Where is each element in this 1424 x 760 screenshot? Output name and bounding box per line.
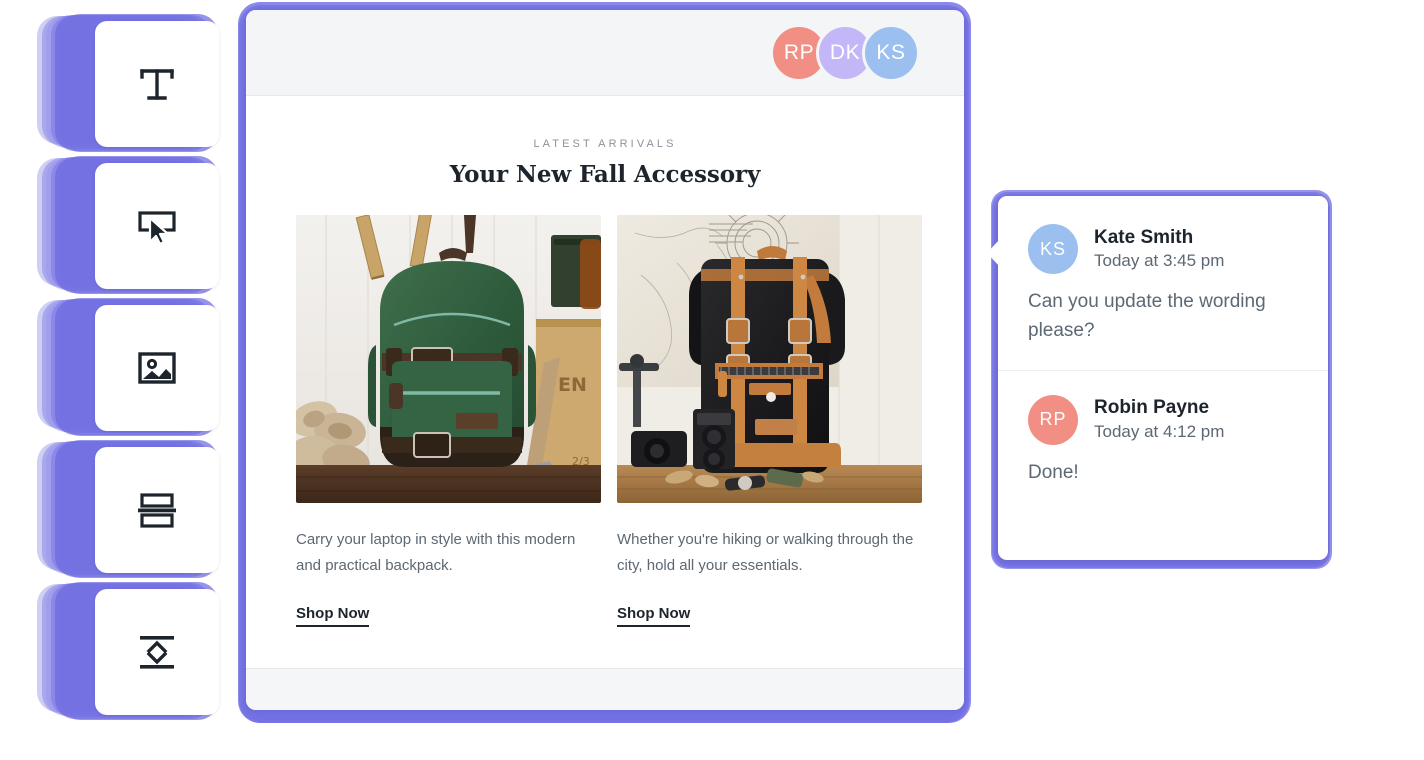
block-toolbar [37,14,250,730]
comment-avatar: KS [1028,224,1078,274]
divider-block-button[interactable] [95,447,219,573]
email-eyebrow: LATEST ARRIVALS [533,138,677,150]
toolbar-item-button[interactable] [37,156,250,298]
shop-now-link[interactable]: Shop Now [296,605,370,628]
email-product-cards: EN 2/3 Carry your laptop in style with t… [296,215,922,628]
product-description: Carry your laptop in style with this mod… [296,531,576,575]
collaborator-avatar[interactable]: KS [862,23,920,82]
comment-author: Kate Smith [1094,226,1194,248]
collaborator-avatar-stack[interactable]: RP DK KS [770,23,920,82]
shop-now-link[interactable]: Shop Now [617,605,691,628]
image-block-button[interactable] [95,305,219,431]
editor-footer-bar [246,668,964,710]
comment-body: Done! [1028,461,1079,483]
text-block-icon [134,61,180,107]
comment-pointer-tail [987,240,999,266]
toolbar-item-text[interactable] [37,14,250,156]
product-card[interactable]: EN 2/3 Carry your laptop in style with t… [296,215,601,628]
comment-timestamp: Today at 4:12 pm [1094,422,1225,442]
image-block-icon [134,345,180,391]
product-description: Whether you're hiking or walking through… [617,531,914,575]
comment-header: KS Kate Smith Today at 3:45 pm [1028,224,1298,274]
toolbar-item-spacer[interactable] [37,582,250,724]
toolbar-item-image[interactable] [37,298,250,440]
screenshot-stage: RP DK KS LATEST ARRIVALS Your New Fall Acc… [0,0,1424,760]
comment-panel-window: KS Kate Smith Today at 3:45 pm Can you upda… [987,188,1338,588]
email-canvas[interactable]: LATEST ARRIVALS Your New Fall Accessory [246,96,964,668]
comment-panel: KS Kate Smith Today at 3:45 pm Can you upda… [987,196,1328,560]
comment-avatar: RP [1028,394,1078,445]
editor-header-bar: RP DK KS [246,10,964,96]
product-card[interactable]: Whether you're hiking or walking through… [617,215,922,628]
comment-body: Can you update the wording please? [1028,291,1266,341]
comment-header: RP Robin Payne Today at 4:12 pm [1028,394,1298,445]
toolbar-item-divider[interactable] [37,440,250,582]
spacer-block-button[interactable] [95,589,219,715]
svg-text:EN: EN [558,374,587,396]
comment-meta: Robin Payne Today at 4:12 pm [1094,396,1224,443]
black-backpack-image[interactable] [617,215,922,503]
comment-item[interactable]: KS Kate Smith Today at 3:45 pm Can you upda… [998,196,1328,346]
email-editor-window: RP DK KS LATEST ARRIVALS Your New Fall Acc… [236,0,982,742]
green-backpack-image[interactable]: EN 2/3 [296,215,601,503]
divider-block-icon [134,487,180,533]
button-block-button[interactable] [95,163,219,289]
email-editor: RP DK KS LATEST ARRIVALS Your New Fall Acc… [246,10,964,710]
comment-meta: Kate Smith Today at 3:45 pm [1094,226,1224,273]
comment-author: Robin Payne [1094,397,1210,419]
comment-timestamp: Today at 3:45 pm [1094,251,1225,271]
comment-list: KS Kate Smith Today at 3:45 pm Can you upda… [998,196,1328,488]
email-headline: Your New Fall Accessory [449,161,761,188]
spacer-block-icon [134,629,180,675]
comment-item[interactable]: RP Robin Payne Today at 4:12 pm Done! [998,369,1328,488]
button-block-icon [134,203,180,249]
text-block-button[interactable] [95,21,219,147]
